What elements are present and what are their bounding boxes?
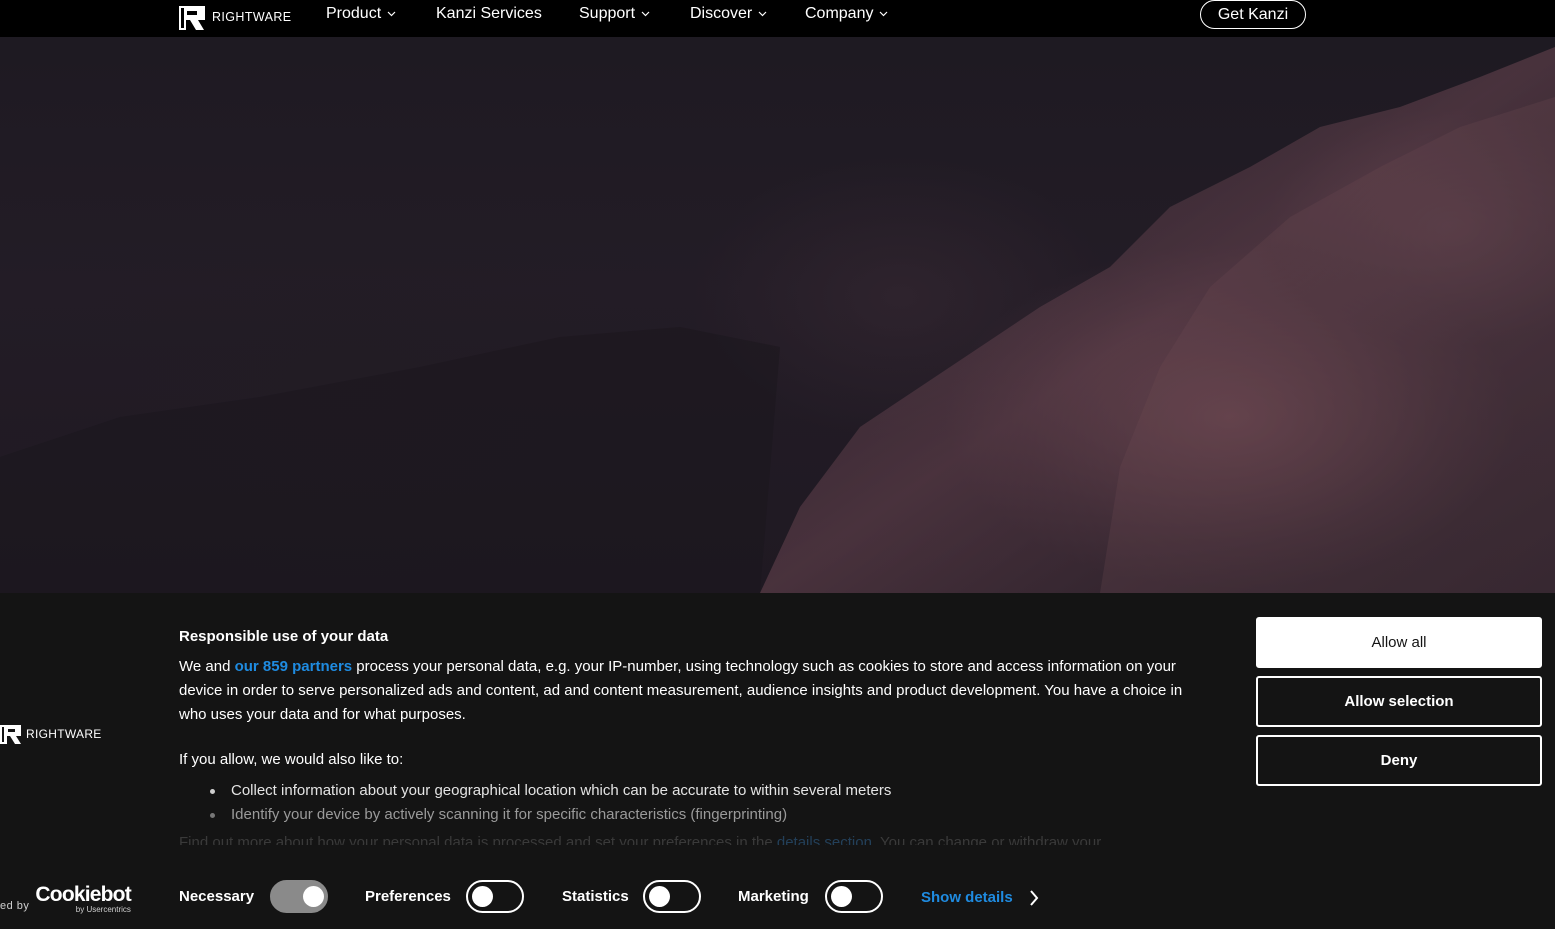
banner-title: Responsible use of your data (179, 628, 389, 645)
hero-background-image (0, 37, 1555, 593)
allow-selection-button[interactable]: Allow selection (1256, 676, 1542, 727)
toggle-knob (303, 886, 324, 907)
toggle-knob (472, 886, 493, 907)
nav-item-kanzi-services[interactable]: Kanzi Services (436, 5, 542, 23)
toggle-knob (649, 886, 670, 907)
chevron-right-icon (1029, 889, 1039, 906)
chevron-down-icon (880, 11, 888, 17)
powered-by-cookiebot[interactable]: ed by Cookiebot by Usercentrics (0, 883, 132, 914)
top-navigation: RIGHTWARE Product Kanzi Services Support… (0, 0, 1555, 37)
intro-text-start: We and (179, 658, 235, 675)
get-kanzi-button[interactable]: Get Kanzi (1200, 0, 1306, 29)
partners-link[interactable]: our 859 partners (235, 658, 353, 675)
nav-item-company[interactable]: Company (805, 5, 888, 23)
nav-item-label: Support (579, 5, 636, 22)
allow-all-button[interactable]: Allow all (1256, 617, 1542, 668)
nav-item-label: Kanzi Services (436, 5, 542, 22)
show-details-link[interactable]: Show details (921, 889, 1039, 906)
nav-item-label: Product (326, 5, 382, 22)
banner-brand-logo: RIGHTWARE (0, 723, 102, 745)
toggle-knob (831, 886, 852, 907)
allow-list-title: If you allow, we would also like to: (179, 751, 404, 768)
list-item: Collect information about your geographi… (210, 779, 891, 803)
cookiebot-subtitle: by Usercentrics (75, 905, 131, 914)
toggle-label-statistics: Statistics (562, 888, 629, 905)
nav-item-product[interactable]: Product (326, 5, 396, 23)
mountain-terrain-image (0, 47, 1555, 593)
faded-text-start: Find out more about how your personal da… (179, 834, 777, 845)
nav-item-label: Company (805, 5, 874, 22)
preferences-toggle[interactable] (466, 880, 524, 913)
powered-by-label: ed by (0, 900, 30, 912)
toggle-label-preferences: Preferences (365, 888, 451, 905)
cookie-consent-banner: RIGHTWARE Responsible use of your data W… (0, 593, 1555, 929)
details-section-link[interactable]: details section (777, 834, 872, 845)
cookiebot-wordmark: Cookiebot (35, 883, 131, 906)
chevron-down-icon (758, 11, 767, 17)
faded-details-text: Find out more about how your personal da… (179, 833, 1199, 845)
nav-item-label: Discover (690, 5, 753, 22)
allow-list: Collect information about your geographi… (210, 779, 891, 827)
nav-item-discover[interactable]: Discover (690, 5, 767, 23)
statistics-toggle[interactable] (643, 880, 701, 913)
faded-text-end: . You can change or withdraw your (871, 834, 1102, 845)
toggle-label-necessary: Necessary (179, 888, 255, 905)
toggle-label-marketing: Marketing (738, 888, 809, 905)
deny-button[interactable]: Deny (1256, 735, 1542, 786)
necessary-toggle[interactable] (270, 880, 328, 913)
chevron-down-icon (387, 11, 396, 17)
rightware-logo-mark-icon (0, 725, 21, 744)
list-item: Identify your device by actively scannin… (210, 803, 891, 827)
marketing-toggle[interactable] (825, 880, 883, 913)
brand-name: RIGHTWARE (212, 10, 292, 24)
rightware-logo-mark-icon (179, 5, 205, 30)
chevron-down-icon (641, 11, 650, 17)
nav-item-support[interactable]: Support (579, 5, 650, 23)
banner-brand-name: RIGHTWARE (26, 727, 102, 741)
show-details-label: Show details (921, 889, 1013, 906)
banner-intro-text: We and our 859 partners process your per… (179, 655, 1199, 727)
cookiebot-logo: Cookiebot by Usercentrics (35, 883, 131, 914)
rightware-logo[interactable]: RIGHTWARE (178, 3, 292, 31)
